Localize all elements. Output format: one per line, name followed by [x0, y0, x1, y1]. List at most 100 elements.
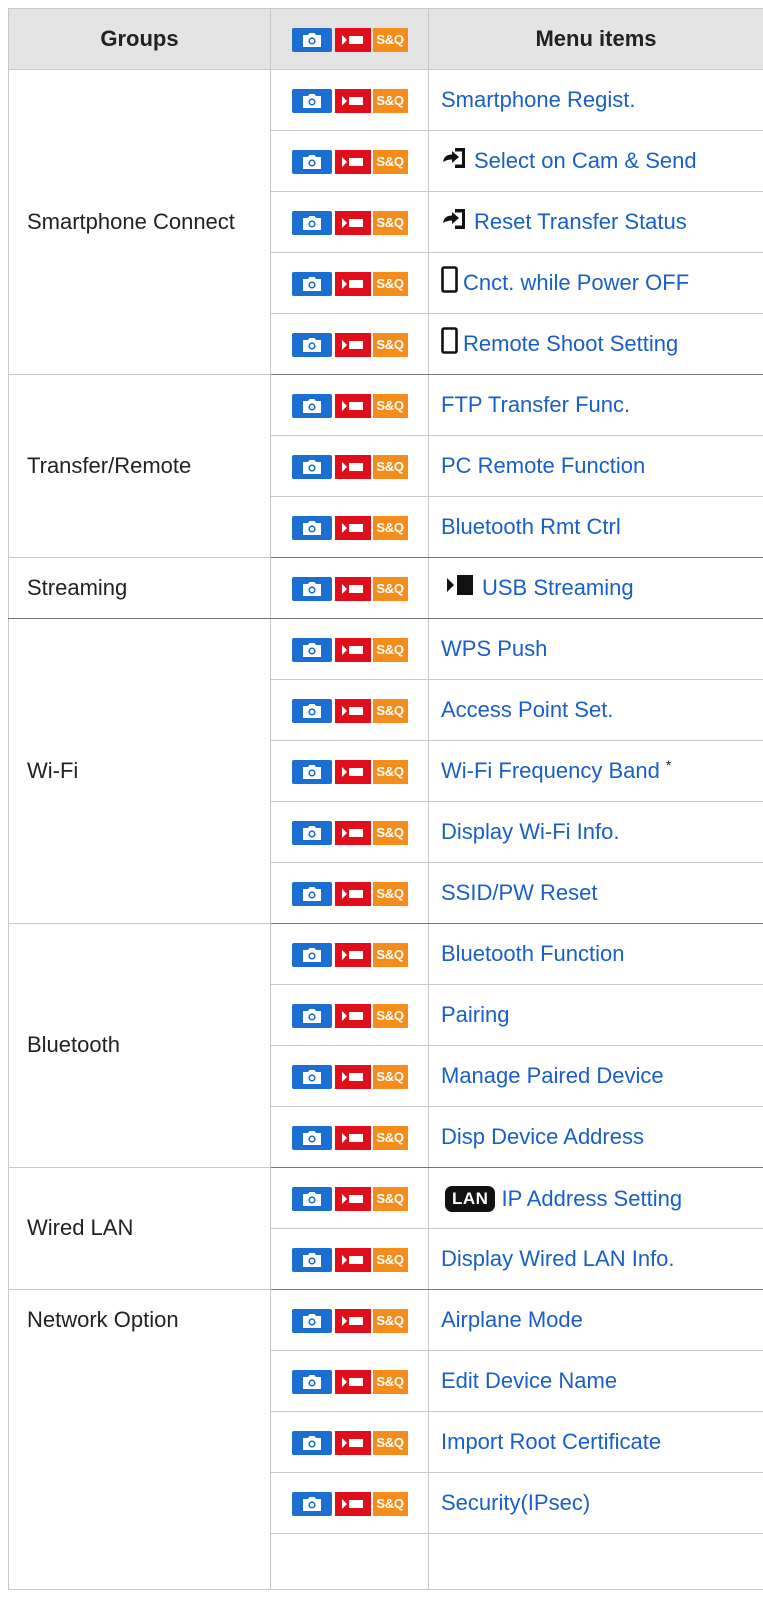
- menu-item-content[interactable]: Bluetooth Rmt Ctrl: [441, 514, 621, 540]
- menu-item-content[interactable]: Display Wired LAN Info.: [441, 1246, 675, 1272]
- footnote-mark: *: [665, 756, 672, 773]
- menu-item-content[interactable]: LAN IP Address Setting: [445, 1186, 682, 1212]
- mode-icons: S&Q: [291, 1186, 408, 1211]
- menu-item-content[interactable]: Reset Transfer Status: [441, 206, 687, 238]
- menu-item-link[interactable]: PC Remote Function: [441, 453, 645, 479]
- menu-item[interactable]: Pairing: [428, 984, 763, 1046]
- menu-item[interactable]: Disp Device Address: [428, 1106, 763, 1168]
- menu-item-content[interactable]: Disp Device Address: [441, 1124, 644, 1150]
- mode-cell: S&Q: [270, 740, 429, 802]
- menu-item-content[interactable]: Airplane Mode: [441, 1307, 583, 1333]
- menu-item-link[interactable]: Security(IPsec): [441, 1490, 590, 1516]
- menu-item-content[interactable]: Security(IPsec): [441, 1490, 590, 1516]
- menu-item-link[interactable]: Cnct. while Power OFF: [463, 270, 689, 296]
- camera-icon: [291, 1247, 332, 1272]
- menu-item-link[interactable]: Pairing: [441, 1002, 509, 1028]
- menu-item-content[interactable]: Cnct. while Power OFF: [441, 266, 689, 299]
- menu-item-content[interactable]: SSID/PW Reset: [441, 880, 597, 906]
- menu-item-link[interactable]: FTP Transfer Func.: [441, 392, 630, 418]
- movie-icon: [334, 1186, 371, 1211]
- menu-item-content[interactable]: Display Wi-Fi Info.: [441, 819, 619, 845]
- menu-item-link[interactable]: Disp Device Address: [441, 1124, 644, 1150]
- menu-item[interactable]: Remote Shoot Setting: [428, 313, 763, 375]
- movie-icon: [334, 942, 371, 967]
- menu-item[interactable]: Import Root Certificate: [428, 1411, 763, 1473]
- menu-item-link[interactable]: Import Root Certificate: [441, 1429, 661, 1455]
- menu-item[interactable]: Smartphone Regist.: [428, 69, 763, 131]
- mode-icons: S&Q: [291, 1247, 408, 1272]
- menu-item-link[interactable]: Remote Shoot Setting: [463, 331, 678, 357]
- mode-icons: S&Q: [291, 820, 408, 845]
- movie-icon: [334, 698, 371, 723]
- movie-icon: [334, 1125, 371, 1150]
- menu-item-content[interactable]: Select on Cam & Send: [441, 145, 697, 177]
- menu-item-link[interactable]: Reset Transfer Status: [474, 209, 687, 235]
- menu-item[interactable]: Display Wi-Fi Info.: [428, 801, 763, 863]
- lan-badge-icon: LAN: [445, 1186, 496, 1212]
- menu-item[interactable]: PC Remote Function: [428, 435, 763, 497]
- camera-icon: [291, 454, 332, 479]
- movie-icon: [334, 820, 371, 845]
- mode-icons: S&Q: [291, 1369, 408, 1394]
- menu-item-link[interactable]: Bluetooth Function: [441, 941, 624, 967]
- menu-item[interactable]: Bluetooth Function: [428, 923, 763, 985]
- menu-item[interactable]: Manage Paired Device: [428, 1045, 763, 1107]
- table-row: Bluetooth S&Q Bluetooth Function: [8, 923, 763, 1168]
- menu-item-link[interactable]: IP Address Setting: [501, 1186, 682, 1212]
- menu-item-link[interactable]: Manage Paired Device: [441, 1063, 664, 1089]
- mode-cell: S&Q: [270, 1167, 429, 1229]
- table-body: Smartphone Connect S&Q Smartphone Regist…: [8, 69, 763, 1590]
- menu-item-link[interactable]: Smartphone Regist.: [441, 87, 635, 113]
- menu-item[interactable]: LAN IP Address Setting: [428, 1167, 763, 1229]
- s-and-q-icon: S&Q: [372, 1308, 408, 1333]
- menu-item[interactable]: SSID/PW Reset: [428, 862, 763, 924]
- menu-item[interactable]: Airplane Mode: [428, 1289, 763, 1351]
- menu-item-link[interactable]: Wi-Fi Frequency Band: [441, 758, 660, 784]
- menu-item-content[interactable]: USB Streaming: [445, 572, 634, 604]
- menu-item-content[interactable]: Pairing: [441, 1002, 509, 1028]
- menu-item-link[interactable]: Display Wired LAN Info.: [441, 1246, 675, 1272]
- menu-item-content[interactable]: PC Remote Function: [441, 453, 645, 479]
- menu-item[interactable]: Access Point Set.: [428, 679, 763, 741]
- menu-item[interactable]: Edit Device Name: [428, 1350, 763, 1412]
- movie-icon: [334, 1247, 371, 1272]
- menu-item-content[interactable]: Wi-Fi Frequency Band *: [441, 756, 672, 784]
- menu-item-link[interactable]: Access Point Set.: [441, 697, 613, 723]
- menu-item[interactable]: WPS Push: [428, 618, 763, 680]
- menu-item-link[interactable]: Select on Cam & Send: [474, 148, 697, 174]
- menu-item-content[interactable]: Access Point Set.: [441, 697, 613, 723]
- menu-item-content[interactable]: Smartphone Regist.: [441, 87, 635, 113]
- transfer-arrow-icon: [441, 145, 469, 177]
- menu-item-content[interactable]: Import Root Certificate: [441, 1429, 661, 1455]
- menu-item-content[interactable]: WPS Push: [441, 636, 547, 662]
- menu-item-link[interactable]: Airplane Mode: [441, 1307, 583, 1333]
- menu-item[interactable]: USB Streaming: [428, 557, 763, 619]
- group-name: Wi-Fi: [8, 618, 271, 924]
- menu-item[interactable]: Bluetooth Rmt Ctrl: [428, 496, 763, 558]
- menu-item-link[interactable]: Edit Device Name: [441, 1368, 617, 1394]
- menu-item-content[interactable]: Edit Device Name: [441, 1368, 617, 1394]
- menu-item-content[interactable]: FTP Transfer Func.: [441, 392, 630, 418]
- menu-item-link[interactable]: Display Wi-Fi Info.: [441, 819, 619, 845]
- mode-cell: S&Q: [270, 862, 429, 924]
- menu-item-content[interactable]: Remote Shoot Setting: [441, 327, 678, 360]
- menu-item-link[interactable]: SSID/PW Reset: [441, 880, 597, 906]
- smartphone-icon: [441, 266, 458, 299]
- mode-cell: S&Q: [270, 1228, 429, 1290]
- mode-cell: S&Q: [270, 435, 429, 497]
- menu-item-link[interactable]: USB Streaming: [482, 575, 634, 601]
- menu-item-link[interactable]: Bluetooth Rmt Ctrl: [441, 514, 621, 540]
- s-and-q-icon: S&Q: [372, 881, 408, 906]
- camera-icon: [291, 1125, 332, 1150]
- menu-item[interactable]: Security(IPsec): [428, 1472, 763, 1534]
- menu-item[interactable]: Wi-Fi Frequency Band *: [428, 740, 763, 802]
- menu-item-content[interactable]: Bluetooth Function: [441, 941, 624, 967]
- menu-item-content[interactable]: Manage Paired Device: [441, 1063, 664, 1089]
- menu-item[interactable]: Select on Cam & Send: [428, 130, 763, 192]
- menu-item[interactable]: Cnct. while Power OFF: [428, 252, 763, 314]
- s-and-q-icon: S&Q: [372, 820, 408, 845]
- menu-item[interactable]: Display Wired LAN Info.: [428, 1228, 763, 1290]
- menu-item[interactable]: FTP Transfer Func.: [428, 374, 763, 436]
- menu-item-link[interactable]: WPS Push: [441, 636, 547, 662]
- menu-item[interactable]: Reset Transfer Status: [428, 191, 763, 253]
